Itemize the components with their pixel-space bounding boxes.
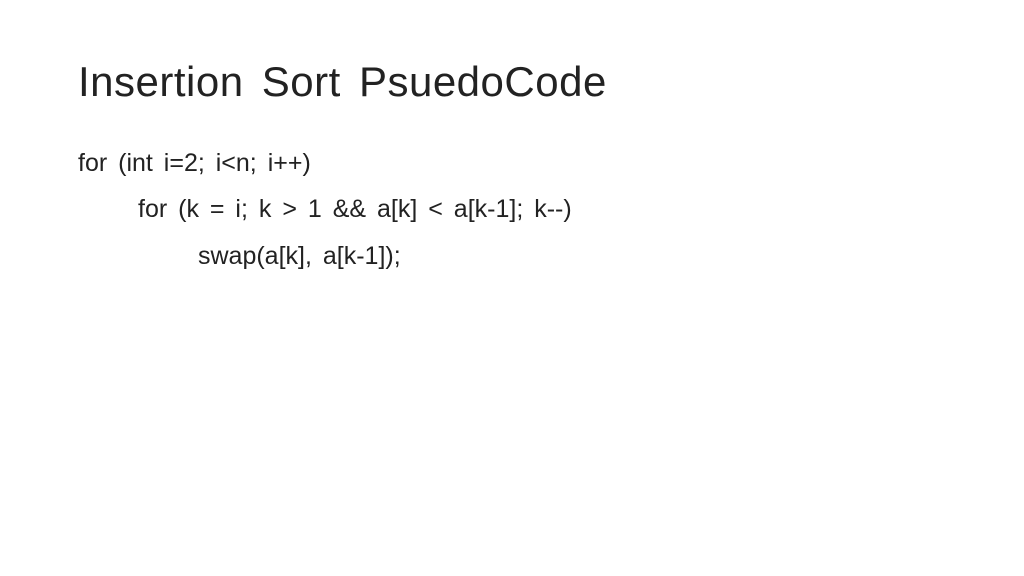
code-line-1: for (int i=2; i<n; i++)	[78, 140, 946, 186]
slide-container: Insertion Sort PsuedoCode for (int i=2; …	[0, 0, 1024, 576]
code-line-2: for (k = i; k > 1 && a[k] < a[k-1]; k--)	[78, 186, 946, 232]
slide-title: Insertion Sort PsuedoCode	[78, 58, 946, 106]
pseudocode-block: for (int i=2; i<n; i++) for (k = i; k > …	[78, 140, 946, 279]
code-line-3: swap(a[k], a[k-1]);	[78, 233, 946, 279]
